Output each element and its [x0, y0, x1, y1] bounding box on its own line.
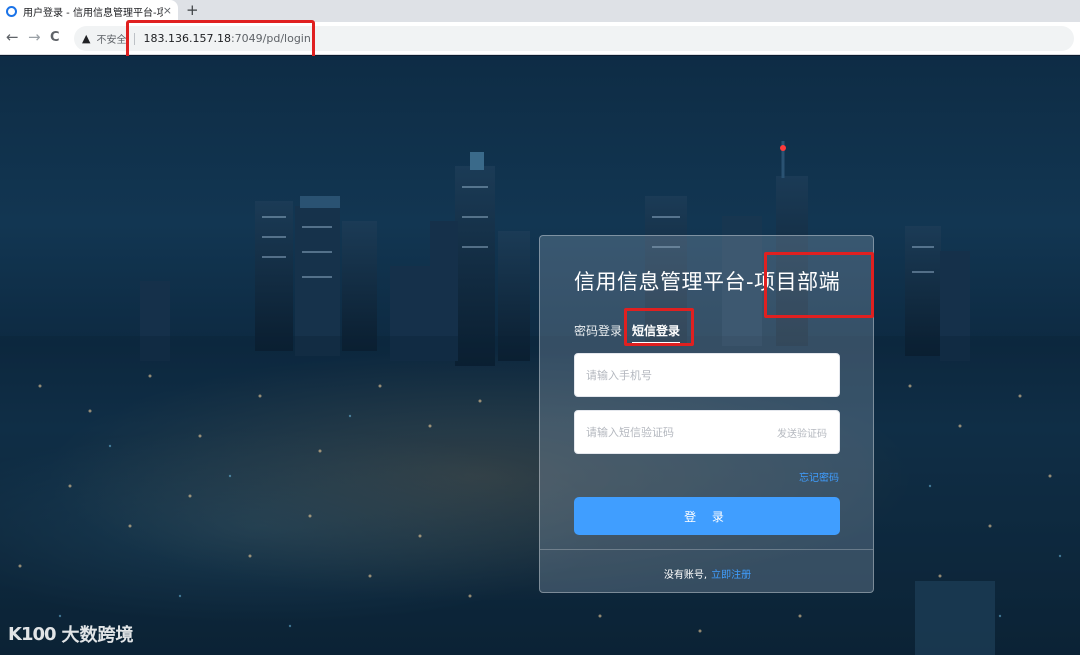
- highlight-box-url: [126, 20, 315, 60]
- phone-input[interactable]: [575, 354, 839, 396]
- card-divider: [540, 549, 873, 550]
- no-account-text: 没有账号,: [663, 570, 708, 581]
- highlight-box-tab: [624, 308, 694, 346]
- warning-icon: ▲: [82, 32, 91, 45]
- sms-code-field: 发送验证码: [574, 410, 840, 454]
- security-label[interactable]: 不安全: [96, 31, 126, 46]
- browser-tabbar: 用户登录 - 信用信息管理平台-项 × +: [0, 0, 1080, 22]
- login-card: 信用信息管理平台-项目部端 密码登录 短信登录 发送验证码 忘记密码 登 录 没…: [539, 235, 874, 593]
- favicon-icon: [6, 5, 17, 17]
- register-link[interactable]: 立即注册: [711, 570, 751, 581]
- watermark-logo-icon: K100: [8, 623, 57, 645]
- forward-icon[interactable]: →: [28, 28, 41, 46]
- tab-title: 用户登录 - 信用信息管理平台-项: [23, 7, 163, 19]
- close-icon[interactable]: ×: [163, 4, 172, 17]
- highlight-box-title: [764, 252, 874, 318]
- send-code-button[interactable]: 发送验证码: [777, 425, 827, 440]
- tab-password-login[interactable]: 密码登录: [574, 322, 622, 343]
- login-button[interactable]: 登 录: [574, 497, 840, 535]
- register-prompt: 没有账号, 立即注册: [540, 566, 875, 581]
- reload-icon[interactable]: C: [50, 30, 60, 45]
- browser-tab[interactable]: 用户登录 - 信用信息管理平台-项 ×: [0, 0, 178, 22]
- back-icon[interactable]: ←: [6, 28, 19, 46]
- phone-field: [574, 353, 840, 397]
- forgot-password-link[interactable]: 忘记密码: [799, 469, 839, 484]
- new-tab-icon[interactable]: +: [186, 1, 199, 19]
- watermark-name: 大数跨境: [61, 625, 134, 646]
- watermark: K100 大数跨境: [8, 621, 134, 647]
